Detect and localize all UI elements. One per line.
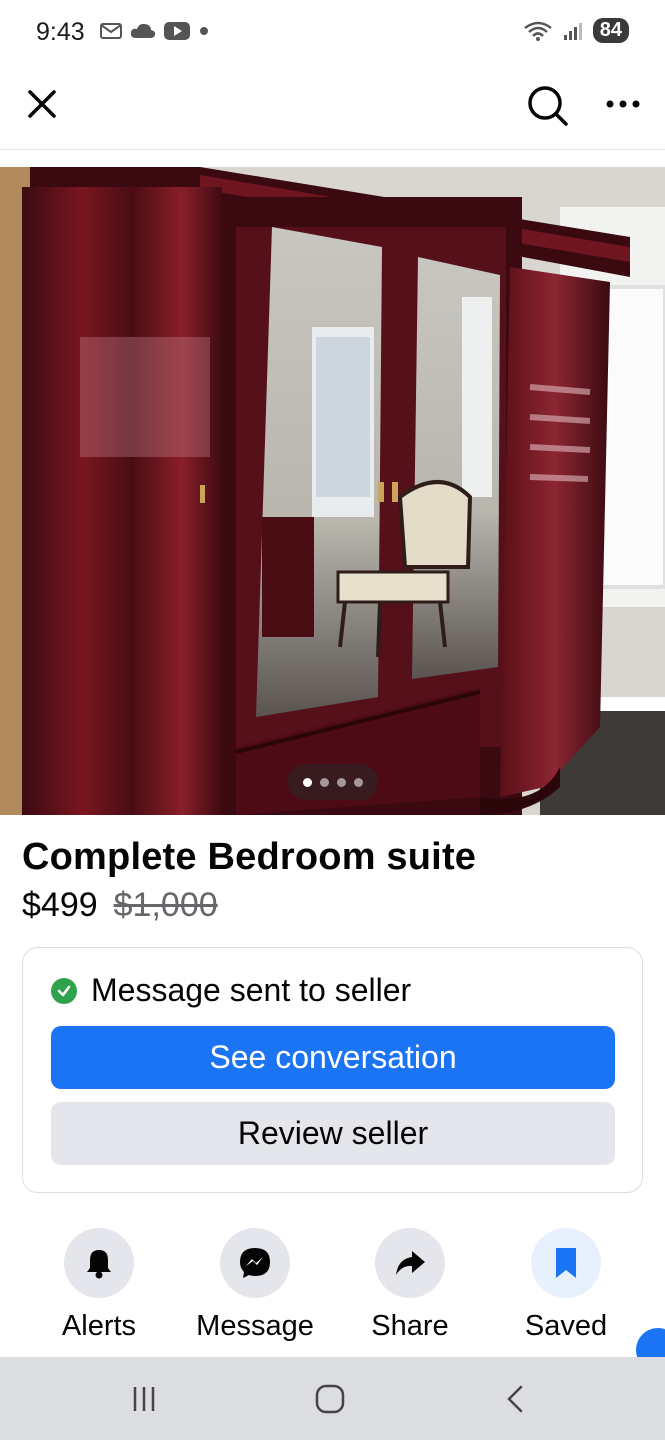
more-icon[interactable] xyxy=(600,84,646,124)
wifi-5-icon xyxy=(523,21,552,41)
original-price: $1,000 xyxy=(113,886,218,924)
status-time: 9:43 xyxy=(36,18,85,46)
message-status: Message sent to seller xyxy=(51,972,411,1009)
mail-icon xyxy=(100,23,122,39)
youtube-icon xyxy=(164,22,190,40)
notification-icons xyxy=(100,22,210,40)
recents-icon[interactable] xyxy=(124,1381,164,1417)
share-arrow-icon[interactable] xyxy=(375,1228,445,1298)
alerts-label: Alerts xyxy=(61,1310,137,1342)
share-action[interactable]: Share xyxy=(335,1228,485,1343)
message-action[interactable]: Message xyxy=(180,1228,330,1343)
battery-level: 84 xyxy=(592,18,629,43)
carousel-indicator[interactable] xyxy=(288,764,378,800)
carousel-dot-2[interactable] xyxy=(320,777,329,787)
messenger-icon[interactable] xyxy=(220,1228,290,1298)
carousel-dot-4[interactable] xyxy=(354,777,363,787)
bell-icon[interactable] xyxy=(64,1228,134,1298)
price: $499 xyxy=(22,886,98,924)
close-icon[interactable] xyxy=(22,84,62,124)
search-icon[interactable] xyxy=(524,82,570,128)
top-nav xyxy=(0,64,665,150)
price-row: $499 $1,000 xyxy=(22,886,218,925)
bookmark-icon[interactable] xyxy=(531,1228,601,1298)
saved-action[interactable]: Saved xyxy=(491,1228,641,1343)
wardrobe-photo xyxy=(0,167,665,815)
carousel-dot-3[interactable] xyxy=(337,777,346,787)
review-seller-button[interactable]: Review seller xyxy=(51,1102,615,1165)
home-icon[interactable] xyxy=(310,1381,350,1417)
carousel-dot-1[interactable] xyxy=(303,777,312,787)
dot-icon xyxy=(200,27,208,35)
system-nav-bar xyxy=(0,1357,665,1440)
check-circle-icon xyxy=(51,977,77,1004)
cloud-icon xyxy=(130,23,156,38)
system-status-icons: 84 xyxy=(523,18,629,43)
see-conversation-button[interactable]: See conversation xyxy=(51,1026,615,1089)
listing-photo[interactable] xyxy=(0,167,665,815)
status-bar: 9:43 84 xyxy=(0,0,665,64)
signal-icon xyxy=(563,22,582,40)
message-status-text: Message sent to seller xyxy=(91,972,412,1008)
share-label: Share xyxy=(371,1310,449,1342)
action-row: Alerts Message Share Saved xyxy=(0,1228,665,1353)
back-icon[interactable] xyxy=(496,1381,536,1417)
message-card: Message sent to seller See conversation … xyxy=(22,947,643,1193)
message-label: Message xyxy=(196,1310,314,1342)
alerts-action[interactable]: Alerts xyxy=(24,1228,174,1343)
saved-label: Saved xyxy=(524,1310,608,1342)
listing-title: Complete Bedroom suite xyxy=(22,836,477,878)
